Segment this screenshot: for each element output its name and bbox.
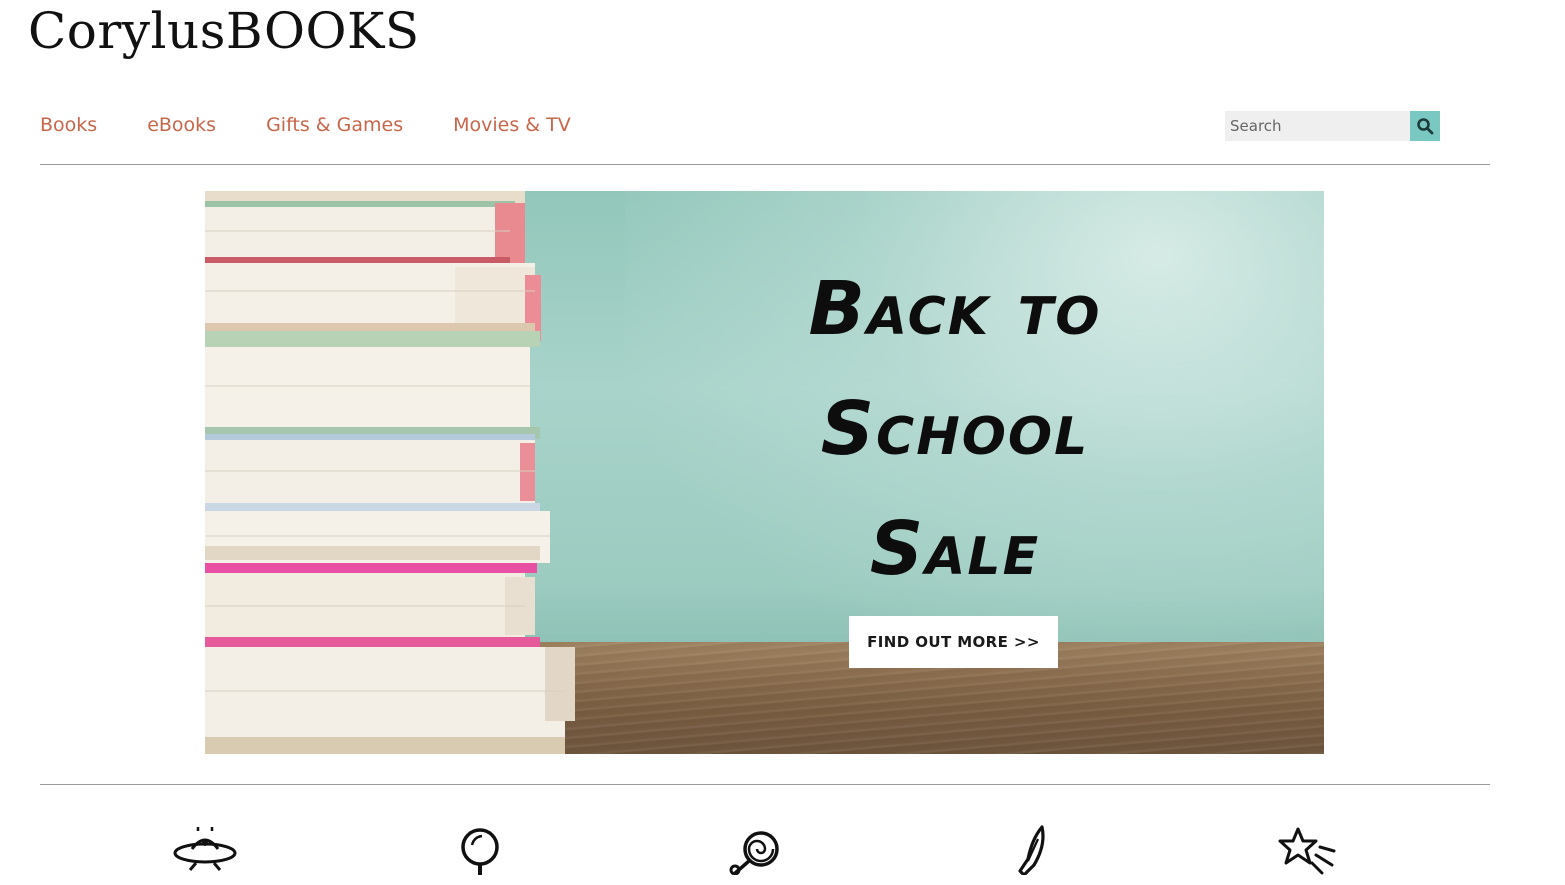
hero-heading: Back to School Sale [765, 249, 1145, 609]
lollipop-icon[interactable] [725, 825, 781, 875]
hero-heading-line-2: School [820, 386, 1090, 472]
nav-item-ebooks[interactable]: eBooks [147, 114, 216, 136]
site-title[interactable]: CorylusBOOKS [28, 2, 420, 60]
search-bar [1225, 111, 1440, 141]
nav-item-movies-tv[interactable]: Movies & TV [453, 114, 571, 136]
fountain-pen-icon[interactable] [1012, 825, 1052, 875]
find-out-more-button[interactable]: FIND OUT MORE >> [849, 616, 1058, 668]
hero-heading-line-1: Back to [808, 266, 1102, 352]
ufo-icon[interactable] [170, 825, 240, 875]
book-stack-image [205, 191, 575, 754]
nav-item-gifts-games[interactable]: Gifts & Games [266, 114, 403, 136]
search-button[interactable] [1410, 111, 1440, 141]
hero-divider [40, 784, 1490, 785]
search-icon [1417, 118, 1434, 135]
hero-heading-line-3: Sale [869, 506, 1041, 592]
search-input[interactable] [1225, 111, 1410, 141]
hero-banner[interactable]: Back to School Sale FIND OUT MORE >> [205, 191, 1324, 754]
nav-divider [40, 164, 1490, 165]
main-nav: Books eBooks Gifts & Games Movies & TV [40, 114, 571, 136]
category-icons-row [0, 825, 1565, 885]
magnifying-glass-icon[interactable] [458, 825, 504, 875]
shooting-star-icon[interactable] [1276, 825, 1338, 875]
nav-item-books[interactable]: Books [40, 114, 97, 136]
